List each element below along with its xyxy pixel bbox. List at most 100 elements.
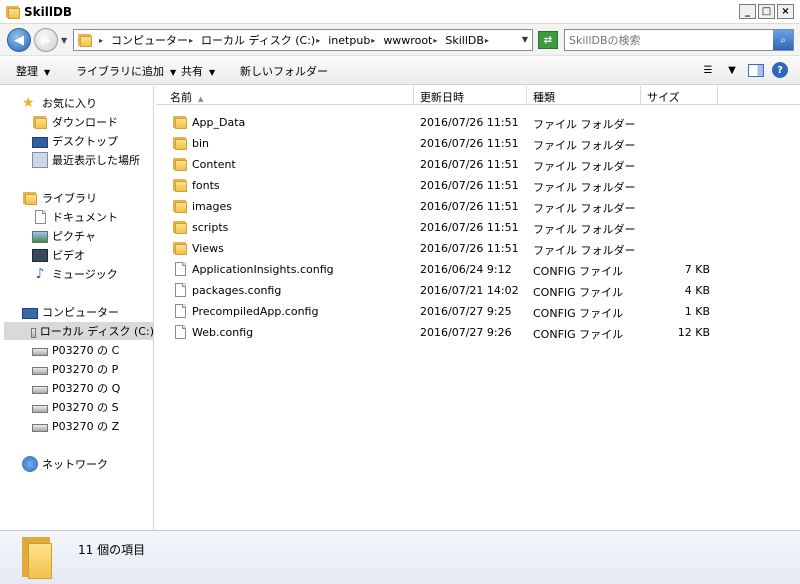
refresh-button[interactable]: ⇄ [538, 31, 558, 49]
nav-item-videos[interactable]: ビデオ [32, 246, 85, 264]
file-list: App_Data 2016/07/26 11:51 ファイル フォルダー bin… [156, 105, 800, 530]
file-row[interactable]: scripts 2016/07/26 11:51 ファイル フォルダー [156, 217, 800, 238]
arrow-right-icon: ▶ [41, 32, 51, 48]
minimize-button[interactable]: _ [739, 4, 756, 19]
file-type: ファイル フォルダー [533, 181, 636, 194]
file-date: 2016/07/26 11:51 [420, 242, 519, 255]
file-date: 2016/07/26 11:51 [420, 158, 519, 171]
new-folder-button[interactable]: 新しいフォルダー [240, 63, 328, 79]
breadcrumb-wwwroot[interactable]: wwwroot ▸ [383, 34, 445, 47]
downloads-folder-icon [32, 114, 48, 130]
file-row[interactable]: Content 2016/07/26 11:51 ファイル フォルダー [156, 154, 800, 175]
nav-item-recent-places[interactable]: 最近表示した場所 [32, 151, 140, 169]
computer-icon [22, 307, 38, 319]
nav-libraries[interactable]: ライブラリ [22, 189, 97, 207]
file-date: 2016/06/24 9:12 [420, 263, 512, 276]
back-button[interactable]: ◀ [7, 28, 31, 52]
file-name: Views [192, 242, 224, 255]
column-header: 名前 ▲ 更新日時 種類 サイズ [156, 86, 800, 105]
share-button[interactable]: 共有 ▼ [181, 63, 215, 79]
folder-icon [172, 156, 188, 172]
nav-item-documents[interactable]: ドキュメント [32, 208, 118, 226]
file-row[interactable]: PrecompiledApp.config 2016/07/27 9:25 CO… [156, 301, 800, 322]
file-date: 2016/07/27 9:25 [420, 305, 512, 318]
folder-icon [22, 537, 52, 579]
nav-network[interactable]: ネットワーク [22, 455, 108, 473]
add-to-library-button[interactable]: ライブラリに追加 ▼ [76, 63, 176, 79]
file-date: 2016/07/26 11:51 [420, 221, 519, 234]
address-bar[interactable]: ▸ コンピューター ▸ ローカル ディスク (C:) ▸ inetpub ▸ wwwr… [73, 29, 533, 51]
nav-favorites[interactable]: ★ お気に入り [22, 94, 97, 112]
file-type: CONFIG ファイル [533, 265, 624, 278]
column-size[interactable]: サイズ [641, 86, 718, 105]
file-row[interactable]: ApplicationInsights.config 2016/06/24 9:… [156, 259, 800, 280]
chevron-down-icon[interactable]: ▼ [522, 35, 528, 44]
nav-computer[interactable]: コンピューター [22, 303, 119, 321]
file-row[interactable]: Web.config 2016/07/27 9:26 CONFIG ファイル 1… [156, 322, 800, 343]
breadcrumb-skilldb[interactable]: SkillDB ▸ [445, 34, 497, 47]
file-name: ApplicationInsights.config [192, 263, 334, 276]
help-icon[interactable]: ? [772, 62, 788, 78]
search-box[interactable]: ⌕ [564, 29, 794, 51]
file-row[interactable]: Views 2016/07/26 11:51 ファイル フォルダー [156, 238, 800, 259]
close-button[interactable]: × [777, 4, 794, 19]
chevron-down-icon: ▼ [170, 68, 177, 77]
breadcrumb-computer[interactable]: コンピューター ▸ [111, 32, 201, 48]
file-row[interactable]: App_Data 2016/07/26 11:51 ファイル フォルダー [156, 112, 800, 133]
address-row: ◀ ▶ ▼ ▸ コンピューター ▸ ローカル ディスク (C:) ▸ inetpub… [0, 24, 800, 56]
file-name: PrecompiledApp.config [192, 305, 319, 318]
network-drive-icon [32, 347, 48, 356]
nav-item-network-drive-c[interactable]: P03270 の C [32, 341, 119, 359]
folder-icon [172, 198, 188, 214]
view-options-icon[interactable]: ☰ [700, 62, 716, 78]
file-type: CONFIG ファイル [533, 307, 624, 320]
nav-item-pictures[interactable]: ピクチャ [32, 227, 96, 245]
file-size: 12 KB [677, 326, 710, 339]
nav-item-local-disk-c[interactable]: ローカル ディスク (C:) [4, 322, 154, 340]
file-row[interactable]: bin 2016/07/26 11:51 ファイル フォルダー [156, 133, 800, 154]
chevron-right-icon: ▸ [371, 35, 376, 45]
desktop-icon [32, 136, 48, 148]
preview-pane-icon[interactable] [748, 63, 764, 77]
window-title: SkillDB [24, 5, 73, 19]
nav-item-network-drive-p[interactable]: P03270 の P [32, 360, 118, 378]
nav-item-music[interactable]: ♪ ミュージック [32, 265, 118, 283]
breadcrumb-root-separator[interactable]: ▸ [98, 36, 111, 45]
command-bar: 整理 ▼ ライブラリに追加 ▼ 共有 ▼ 新しいフォルダー ☰ ▼ ? [0, 57, 800, 85]
file-date: 2016/07/26 11:51 [420, 116, 519, 129]
recent-pages-dropdown-icon[interactable]: ▼ [61, 36, 67, 45]
chevron-down-icon[interactable]: ▼ [724, 62, 740, 78]
search-button[interactable]: ⌕ [773, 30, 793, 50]
breadcrumb-local-disk[interactable]: ローカル ディスク (C:) ▸ [201, 32, 328, 48]
nav-item-downloads[interactable]: ダウンロード [32, 113, 118, 131]
file-name: Web.config [192, 326, 254, 339]
close-icon: × [781, 5, 790, 17]
nav-item-network-drive-z[interactable]: P03270 の Z [32, 417, 119, 435]
file-row[interactable]: images 2016/07/26 11:51 ファイル フォルダー [156, 196, 800, 217]
pictures-icon [32, 231, 48, 243]
file-type: ファイル フォルダー [533, 202, 636, 215]
column-date-modified[interactable]: 更新日時 [414, 86, 527, 105]
navigation-pane: ★ お気に入り ダウンロード デスクトップ 最近表示した場所 ライブラリ ドキュ… [0, 86, 154, 530]
nav-item-desktop[interactable]: デスクトップ [32, 132, 118, 150]
file-type: ファイル フォルダー [533, 118, 636, 131]
maximize-button[interactable]: □ [758, 4, 775, 19]
config-file-icon [172, 282, 188, 298]
file-size: 1 KB [684, 305, 710, 318]
recent-places-icon [32, 152, 48, 168]
network-drive-icon [32, 366, 48, 375]
chevron-right-icon: ▸ [484, 35, 489, 45]
videos-icon [32, 249, 48, 262]
breadcrumb-inetpub[interactable]: inetpub ▸ [328, 34, 383, 47]
file-size: 4 KB [684, 284, 710, 297]
organize-button[interactable]: 整理 ▼ [16, 63, 50, 79]
file-row[interactable]: packages.config 2016/07/21 14:02 CONFIG … [156, 280, 800, 301]
column-type[interactable]: 種類 [527, 86, 641, 105]
nav-item-network-drive-q[interactable]: P03270 の Q [32, 379, 120, 397]
nav-item-network-drive-s[interactable]: P03270 の S [32, 398, 119, 416]
column-name[interactable]: 名前 ▲ [164, 86, 414, 105]
file-row[interactable]: fonts 2016/07/26 11:51 ファイル フォルダー [156, 175, 800, 196]
search-input[interactable] [569, 32, 769, 48]
forward-button[interactable]: ▶ [34, 28, 58, 52]
file-name: scripts [192, 221, 229, 234]
